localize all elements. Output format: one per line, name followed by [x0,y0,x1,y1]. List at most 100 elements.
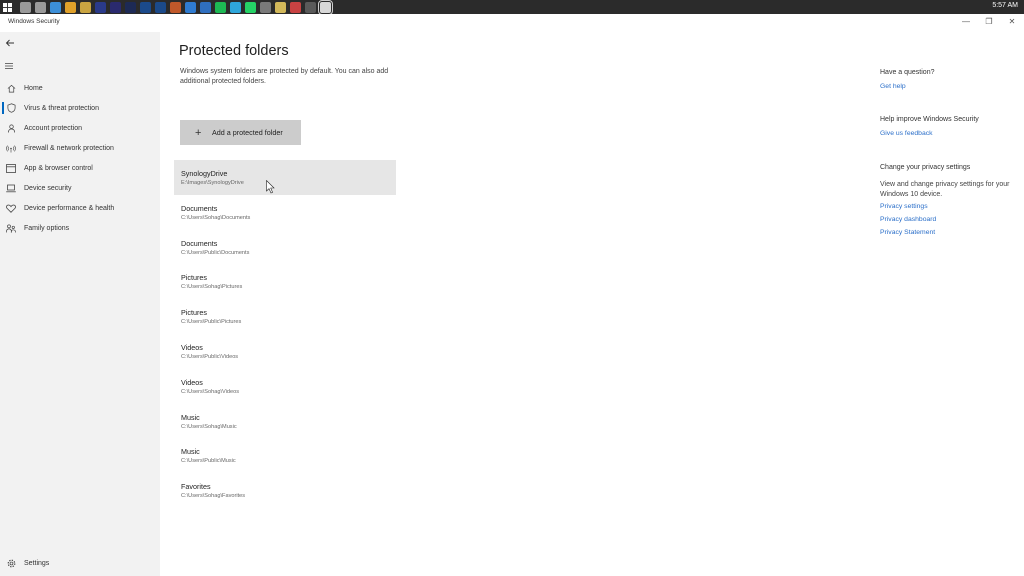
edge-icon[interactable] [50,1,61,13]
chrome-icon[interactable] [65,1,76,13]
add-protected-folder-button[interactable]: + Add a protected folder [180,120,301,145]
family-icon [6,223,16,233]
folder-path: C:\Users\Sohag\Favorites [181,493,246,500]
person-icon [6,123,16,133]
mouse-pointer-icon [266,179,275,194]
photoshop-icon[interactable] [140,1,151,13]
folder-name: Documents [181,238,218,248]
spotify-icon[interactable] [215,1,226,13]
wifi-antenna-icon [6,143,16,153]
folder-name: Documents [181,203,218,213]
sidebar-item-label: Family options [24,224,70,232]
protected-folder-item[interactable]: Documents C:\Users\Public\Documents [174,230,396,265]
hamburger-menu-icon[interactable] [5,57,15,69]
task-view-icon[interactable] [35,1,46,13]
sidebar: Home Virus & threat protection Account p… [0,32,160,576]
folder-path: C:\Users\Sohag\Videos [181,388,240,395]
folder-name: Pictures [181,308,207,318]
folder-name: Pictures [181,273,207,283]
sidebar-item-home[interactable]: Home [0,79,160,97]
sidebar-item-label: Settings [24,559,50,567]
folder-path: C:\Users\Public\Music [181,458,236,465]
sidebar-item-account-protection[interactable]: Account protection [0,119,160,137]
sidebar-item-firewall[interactable]: Firewall & network protection [0,139,160,157]
taskbar-clock[interactable]: 5:57 AM [992,2,1018,9]
sidebar-item-label: Firewall & network protection [24,144,114,152]
taskbar: 5:57 AM [0,0,1024,15]
protected-folder-item[interactable]: Pictures C:\Users\Sohag\Pictures [174,264,396,299]
folder-name: Favorites [181,482,211,492]
folder-path: C:\Users\Sohag\Pictures [181,284,243,291]
restore-button[interactable]: ❐ [982,17,996,26]
media-encoder-icon[interactable] [125,1,136,13]
sidebar-item-family-options[interactable]: Family options [0,219,160,237]
give-feedback-link[interactable]: Give us feedback [880,130,933,137]
folder-path: E:\Images\SynologyDrive [181,180,244,186]
sidebar-item-label: Device security [24,184,72,192]
folder-name: SynologyDrive [181,169,228,178]
title-bar: Windows Security — ❐ ✕ [0,14,1024,32]
lightroom-icon[interactable] [155,1,166,13]
add-protected-folder-label: Add a protected folder [212,128,283,137]
sidebar-item-label: App & browser control [24,164,93,172]
protected-folder-item[interactable]: Pictures C:\Users\Public\Pictures [174,299,396,334]
onedrive-icon[interactable] [200,1,211,13]
app-icon[interactable] [260,1,271,13]
protected-folder-item[interactable]: SynologyDrive E:\Images\SynologyDrive [174,160,396,195]
laptop-icon [6,183,16,193]
improve-heading: Help improve Windows Security [880,116,979,123]
notes-icon[interactable] [275,1,286,13]
get-help-link[interactable]: Get help [880,83,906,90]
minimize-button[interactable]: — [959,17,973,26]
obs-icon[interactable] [305,1,316,13]
protected-folder-item[interactable]: Documents C:\Users\Sohag\Documents [174,195,396,230]
bridge-icon[interactable] [95,1,106,13]
sidebar-item-app-browser-control[interactable]: App & browser control [0,159,160,177]
sidebar-item-label: Virus & threat protection [24,104,99,112]
search-icon[interactable] [20,1,31,13]
folder-path: C:\Users\Public\Pictures [181,319,242,326]
sidebar-item-virus-threat-protection[interactable]: Virus & threat protection [0,99,160,117]
windows-start-icon[interactable] [0,0,14,14]
folder-name: Videos [181,377,203,387]
protected-folder-item[interactable]: Music C:\Users\Public\Music [174,438,396,473]
folder-path: C:\Users\Public\Documents [181,249,250,256]
protected-folder-item[interactable]: Favorites C:\Users\Sohag\Favorites [174,473,396,508]
folder-path: C:\Users\Public\Videos [181,354,239,360]
premiere-icon[interactable] [110,1,121,13]
illustrator-icon[interactable] [170,1,181,13]
files-icon[interactable] [80,1,91,13]
folder-name: Videos [181,343,203,352]
heart-icon [6,203,16,213]
sidebar-item-label: Device performance & health [24,204,115,212]
privacy-statement-link[interactable]: Privacy Statement [880,229,935,236]
app-icon-2[interactable] [290,1,301,13]
home-icon [6,83,16,93]
page-description: Windows system folders are protected by … [180,68,389,85]
telegram-icon[interactable] [230,1,241,13]
sidebar-item-device-performance-health[interactable]: Device performance & health [0,199,160,217]
privacy-settings-link[interactable]: Privacy settings [880,203,928,210]
mail-icon[interactable] [185,1,196,13]
sidebar-item-device-security[interactable]: Device security [0,179,160,197]
have-question-heading: Have a question? [880,69,935,76]
back-arrow-icon[interactable] [5,35,17,47]
sidebar-item-label: Home [24,84,43,92]
windows-security-icon[interactable] [318,0,333,15]
protected-folder-item[interactable]: Videos C:\Users\Public\Videos [174,334,396,369]
sidebar-item-settings[interactable]: Settings [0,554,160,572]
protected-folder-item[interactable]: Videos C:\Users\Sohag\Videos [174,369,396,404]
privacy-heading: Change your privacy settings [880,164,971,171]
close-button[interactable]: ✕ [1005,17,1019,26]
privacy-description: View and change privacy settings for you… [880,181,1010,198]
privacy-dashboard-link[interactable]: Privacy dashboard [880,216,936,223]
whatsapp-icon[interactable] [245,1,256,13]
folder-path: C:\Users\Sohag\Documents [181,214,251,221]
folder-name: Music [181,412,200,422]
shield-icon [6,103,16,113]
folder-name: Music [181,447,200,457]
page-title: Protected folders [179,43,289,59]
protected-folder-item[interactable]: Music C:\Users\Sohag\Music [174,404,396,439]
browser-window-icon [6,163,16,173]
window-title: Windows Security [8,18,60,25]
